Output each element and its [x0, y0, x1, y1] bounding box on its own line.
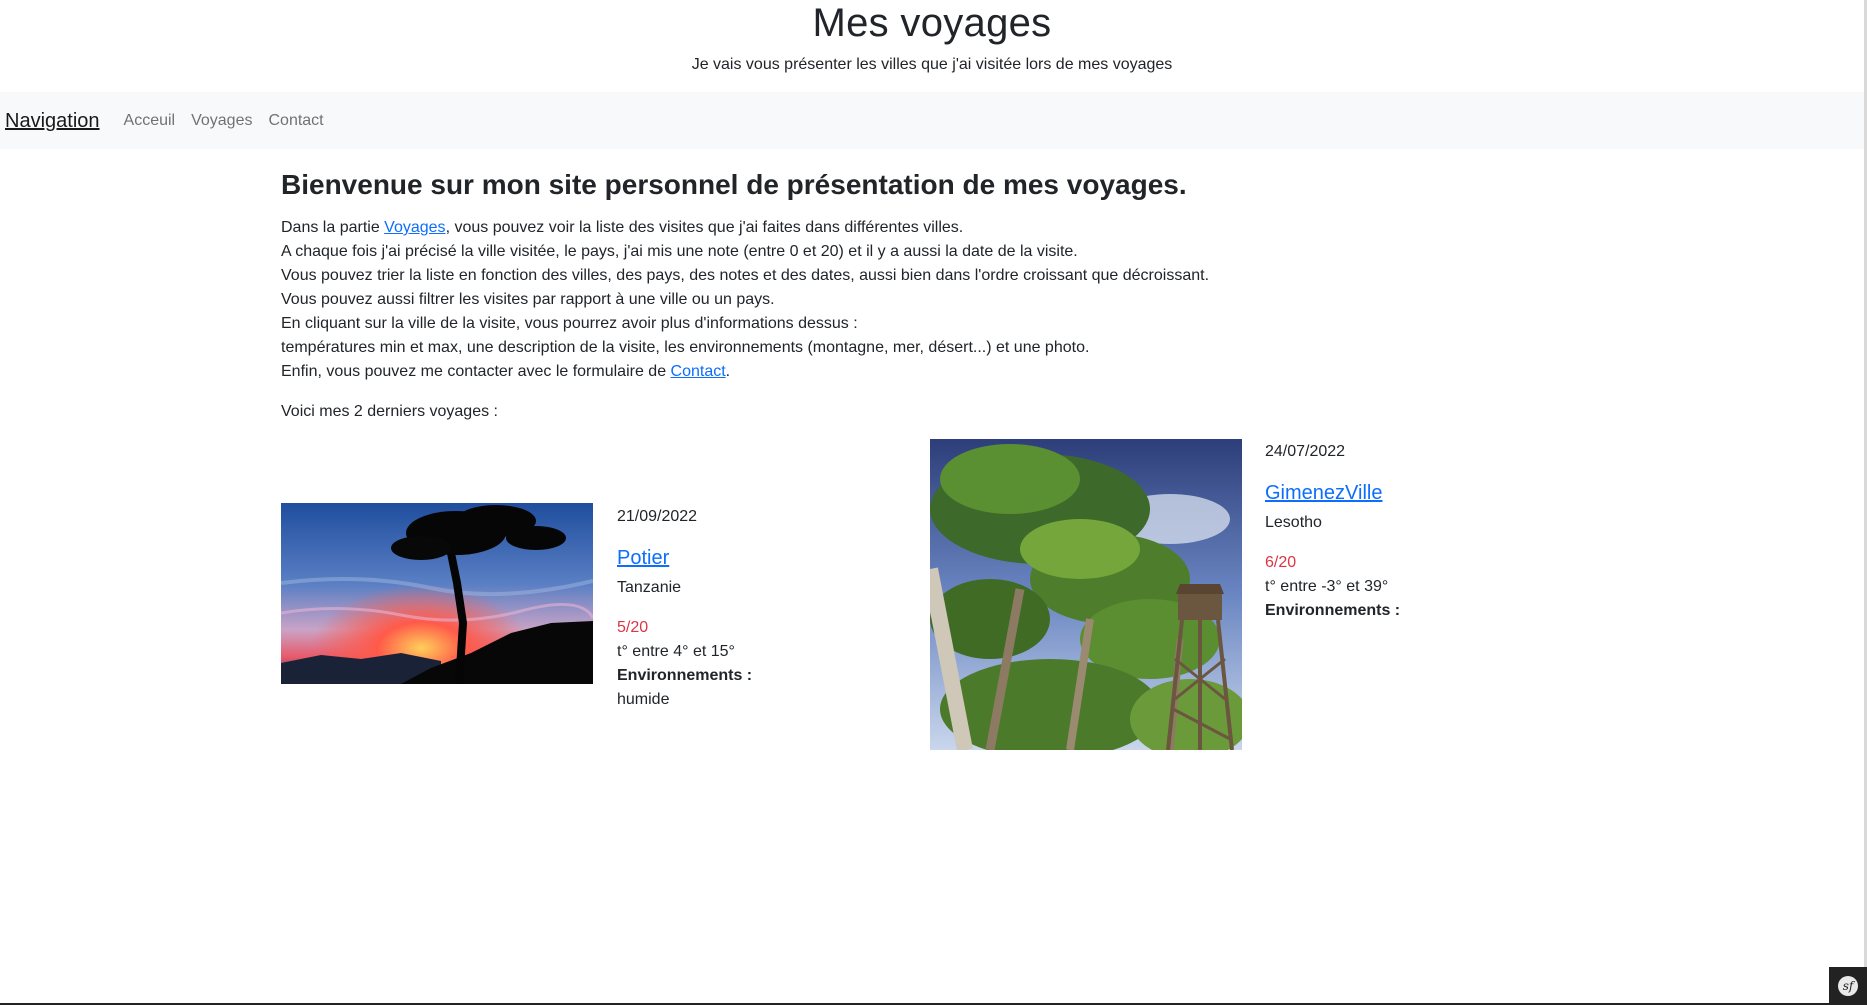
symfony-icon: sf — [1838, 976, 1858, 996]
trip-info-gimenezville: 24/07/2022 GimenezVille Lesotho 6/20 t° … — [1265, 440, 1525, 623]
trip-city-link[interactable]: Potier — [617, 544, 877, 572]
trip-note: 5/20 — [617, 619, 649, 636]
intro-text-fragment: . — [725, 363, 731, 380]
welcome-title: Bienvenue sur mon site personnel de prés… — [281, 169, 1187, 200]
trip-date: 24/07/2022 — [1265, 443, 1346, 460]
voyages-link[interactable]: Voyages — [384, 219, 445, 236]
trip-environments-label: Environnements : — [617, 667, 753, 684]
trip-note: 6/20 — [1265, 554, 1297, 571]
trip-temperatures: t° entre 4° et 15° — [617, 643, 735, 660]
forest-tower-photo — [930, 439, 1242, 750]
intro-text-fragment: Enfin, vous pouvez me contacter avec le … — [281, 363, 671, 380]
intro-line: Dans la partie Voyages, vous pouvez voir… — [281, 216, 1581, 240]
intro-line: Vous pouvez trier la liste en fonction d… — [281, 267, 1210, 284]
page-header: Mes voyages Je vais vous présenter les v… — [0, 0, 1864, 92]
latest-trips-label: Voici mes 2 derniers voyages : — [281, 403, 498, 420]
trip-country: Lesotho — [1265, 514, 1322, 531]
trip-city-link[interactable]: GimenezVille — [1265, 479, 1525, 507]
intro-text-fragment: Dans la partie — [281, 219, 385, 236]
sunset-tree-photo — [281, 503, 593, 684]
navbar: Navigation Acceuil Voyages Contact — [0, 92, 1864, 149]
trip-environments-label: Environnements : — [1265, 602, 1401, 619]
site-subtitle: Je vais vous présenter les villes que j'… — [691, 56, 1173, 73]
site-title: Mes voyages — [812, 1, 1052, 45]
sunset-tree-image — [281, 503, 593, 684]
intro-line: Vous pouvez aussi filtrer les visites pa… — [281, 291, 775, 308]
trip-temperatures: t° entre -3° et 39° — [1265, 578, 1389, 595]
trip-country: Tanzanie — [617, 579, 682, 596]
forest-tower-image — [930, 439, 1242, 750]
trip-date: 21/09/2022 — [617, 508, 698, 525]
navbar-brand[interactable]: Navigation — [5, 108, 100, 134]
main-content: Bienvenue sur mon site personnel de prés… — [281, 160, 1581, 424]
nav-link-contact[interactable]: Contact — [268, 111, 323, 131]
nav-link-voyages[interactable]: Voyages — [191, 111, 252, 131]
intro-line: A chaque fois j'ai précisé la ville visi… — [281, 243, 1078, 260]
trip-info-potier: 21/09/2022 Potier Tanzanie 5/20 t° entre… — [617, 505, 877, 712]
trip-environments-value: humide — [617, 691, 670, 708]
intro-text: Dans la partie Voyages, vous pouvez voir… — [281, 216, 1581, 424]
intro-text-fragment: , vous pouvez voir la liste des visites … — [445, 219, 964, 236]
symfony-toolbar-toggle[interactable]: sf — [1829, 967, 1867, 1005]
contact-link[interactable]: Contact — [671, 363, 726, 380]
intro-line: Enfin, vous pouvez me contacter avec le … — [281, 360, 1581, 384]
nav-link-acceuil[interactable]: Acceuil — [124, 111, 176, 131]
intro-line: températures min et max, une description… — [281, 339, 1090, 356]
intro-line: En cliquant sur la ville de la visite, v… — [281, 315, 858, 332]
